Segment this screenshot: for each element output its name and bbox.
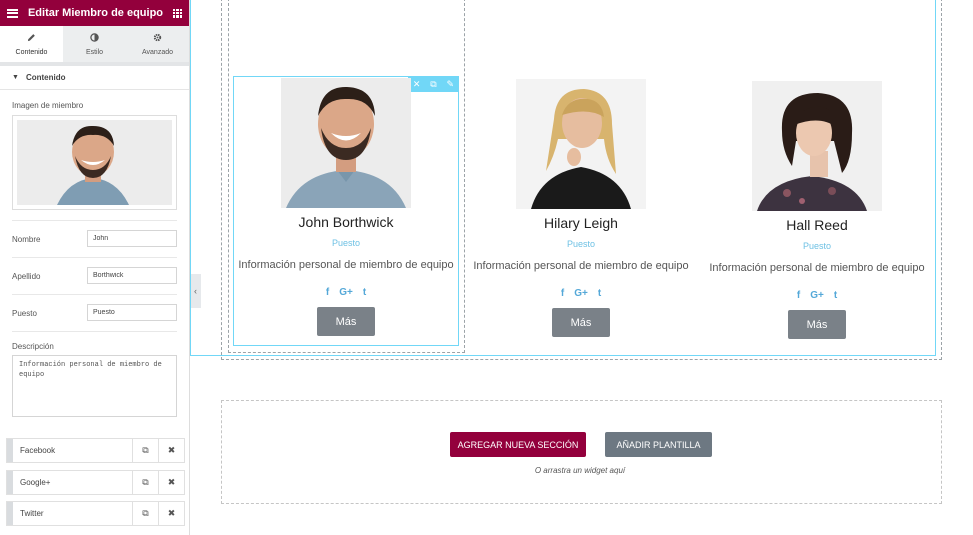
team-member-card[interactable]: Hilary Leigh Puesto Información personal… (466, 79, 696, 337)
member-photo (752, 81, 882, 211)
description-textarea[interactable]: Información personal de miembro de equip… (12, 355, 177, 417)
puesto-label: Puesto (12, 309, 37, 318)
add-template-button[interactable]: AÑADIR PLANTILLA (605, 432, 712, 457)
tab-advanced[interactable]: Avanzado (126, 26, 189, 62)
social-links: f G+ t (231, 287, 461, 298)
member-info: Información personal de miembro de equip… (238, 259, 454, 271)
duplicate-icon[interactable]: ⧉ (132, 502, 158, 525)
google-plus-icon[interactable]: G+ (339, 287, 353, 298)
menu-icon[interactable] (7, 8, 18, 18)
member-info: Información personal de miembro de equip… (709, 262, 925, 274)
twitter-icon[interactable]: t (598, 288, 601, 299)
widgets-grid-icon[interactable] (173, 8, 182, 18)
nombre-input[interactable] (87, 230, 177, 247)
facebook-icon[interactable]: f (561, 288, 564, 299)
member-role: Puesto (802, 241, 832, 251)
member-info: Información personal de miembro de equip… (473, 260, 689, 272)
google-plus-icon[interactable]: G+ (810, 290, 824, 301)
nombre-label: Nombre (12, 235, 41, 244)
repeater-item-facebook[interactable]: Facebook ⧉ ✖ (6, 438, 185, 463)
member-role: Puesto (331, 238, 361, 248)
gear-icon (153, 33, 162, 46)
pencil-icon (27, 33, 36, 46)
social-links: f G+ t (466, 288, 696, 299)
image-label: Imagen de miembro (12, 101, 84, 110)
apellido-label: Apellido (12, 272, 41, 281)
panel-tabs: Contenido Estilo Avanzado (0, 26, 189, 62)
duplicate-icon[interactable]: ⧉ (132, 471, 158, 494)
more-button[interactable]: Más (317, 307, 375, 336)
repeater-item-label[interactable]: Google+ (13, 478, 132, 487)
remove-icon[interactable]: ✖ (158, 471, 184, 494)
repeater-item-label[interactable]: Facebook (13, 446, 132, 455)
editor-panel: Editar Miembro de equipo Contenido Estil… (0, 0, 190, 535)
separator (12, 220, 177, 221)
caret-down-icon: ▼ (12, 74, 19, 81)
twitter-icon[interactable]: t (363, 287, 366, 298)
separator (12, 331, 177, 332)
member-name: Hilary Leigh (544, 215, 618, 231)
more-button[interactable]: Más (552, 308, 610, 337)
panel-header: Editar Miembro de equipo (0, 0, 189, 26)
facebook-icon[interactable]: f (326, 287, 329, 298)
tab-content-label: Contenido (15, 48, 48, 56)
more-button[interactable]: Más (788, 310, 846, 339)
content-section-toggle[interactable]: ▼ Contenido (0, 66, 189, 90)
member-photo (516, 79, 646, 209)
social-links: f G+ t (702, 290, 932, 301)
contrast-icon (90, 32, 99, 46)
tab-advanced-label: Avanzado (141, 48, 173, 56)
twitter-icon[interactable]: t (834, 290, 837, 301)
drag-widget-hint: O arrastra un widget aquí (534, 466, 626, 475)
repeater-item-googleplus[interactable]: Google+ ⧉ ✖ (6, 470, 185, 495)
member-name: John Borthwick (298, 214, 394, 230)
puesto-input[interactable] (87, 304, 177, 321)
google-plus-icon[interactable]: G+ (574, 288, 588, 299)
tab-style-label: Estilo (85, 48, 104, 56)
apellido-input[interactable] (87, 267, 177, 284)
team-member-card[interactable]: Hall Reed Puesto Información personal de… (702, 81, 932, 339)
description-label: Descripción (12, 342, 54, 351)
member-photo (281, 78, 411, 208)
member-image-picker[interactable] (12, 115, 177, 210)
add-new-section-button[interactable]: AGREGAR NUEVA SECCIÓN (450, 432, 586, 457)
repeater-item-label[interactable]: Twitter (13, 509, 132, 518)
remove-icon[interactable]: ✖ (158, 502, 184, 525)
team-member-card[interactable]: John Borthwick Puesto Información person… (231, 78, 461, 336)
member-image-preview (17, 120, 172, 205)
separator (12, 257, 177, 258)
separator (12, 294, 177, 295)
facebook-icon[interactable]: f (797, 290, 800, 301)
duplicate-icon[interactable]: ⧉ (132, 439, 158, 462)
tab-style[interactable]: Estilo (63, 26, 126, 62)
tab-content[interactable]: Contenido (0, 26, 63, 62)
content-section-title: Contenido (25, 73, 66, 82)
repeater-item-twitter[interactable]: Twitter ⧉ ✖ (6, 501, 185, 526)
remove-icon[interactable]: ✖ (158, 439, 184, 462)
member-name: Hall Reed (786, 217, 848, 233)
member-role: Puesto (566, 239, 596, 249)
panel-title: Editar Miembro de equipo (27, 7, 164, 19)
